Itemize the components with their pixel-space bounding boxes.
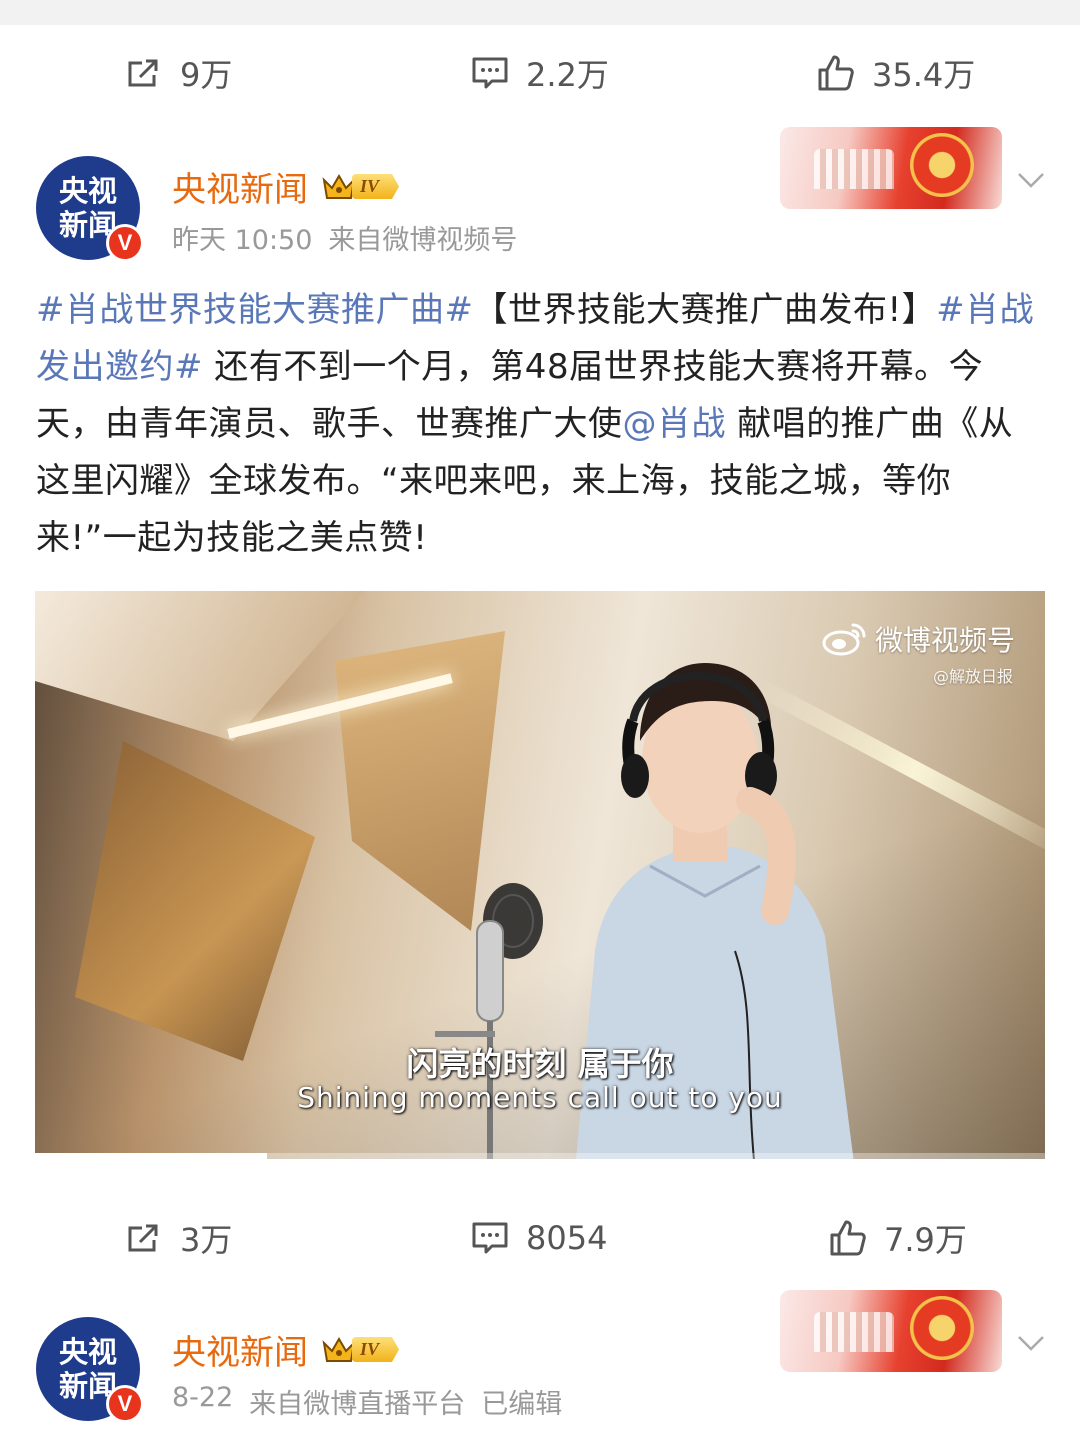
post-source[interactable]: 来自微博直播平台 (249, 1382, 465, 1421)
repost-count: 3万 (180, 1220, 233, 1259)
comment-icon (472, 1222, 508, 1253)
verified-badge: V (106, 224, 144, 262)
hashtag-link[interactable]: #肖战世界技能大赛推广曲# (36, 290, 473, 330)
emblem-image (910, 133, 974, 197)
post-meta: 8-22 来自微博直播平台 已编辑 (172, 1382, 562, 1421)
decorative-banner (780, 1290, 1002, 1372)
like-icon (830, 1220, 866, 1255)
crown-icon (322, 173, 356, 199)
video-player[interactable]: 微博视频号 @解放日报 闪亮的时刻 属于你 Shining moments ca… (35, 591, 1045, 1159)
weibo-logo-icon (822, 623, 866, 656)
comment-button[interactable]: 2.2万 (470, 50, 609, 96)
subtitle-english: Shining moments call out to you (297, 1081, 783, 1114)
like-button[interactable]: 7.9万 (828, 1215, 967, 1261)
post-action-bar: 3万 8054 7.9万 (0, 1190, 1080, 1285)
comment-count: 2.2万 (526, 55, 609, 94)
post-source[interactable]: 来自微博视频号 (328, 218, 517, 257)
emblem-image (910, 1296, 974, 1360)
member-badge: IV (322, 1334, 400, 1366)
like-icon (818, 55, 854, 90)
post-time: 昨天 10:50 (172, 225, 313, 256)
building-image (814, 1312, 894, 1352)
author-name[interactable]: 央视新闻 IV (172, 1325, 400, 1374)
post-time: 8-22 (172, 1382, 234, 1413)
watermark: 微博视频号 @解放日报 (821, 619, 1015, 687)
comment-icon (472, 57, 508, 88)
repost-button[interactable]: 3万 (124, 1215, 232, 1261)
top-action-bar: 9万 2.2万 35.4万 (0, 25, 1080, 120)
building-image (814, 149, 894, 189)
crown-icon (322, 1336, 356, 1362)
repost-icon (128, 1224, 158, 1251)
like-button[interactable]: 35.4万 (816, 50, 975, 96)
like-count: 35.4万 (872, 55, 976, 94)
post-header: 央视 新闻 V 央视新闻 IV 8-22 来自微博直播平台 已编辑 (0, 1283, 1080, 1433)
post-card: 央视 新闻 V 央视新闻 IV 8-22 来自微博直播平台 已编辑 (0, 1283, 1080, 1440)
author-name[interactable]: 央视新闻 IV (172, 162, 400, 211)
like-count: 7.9万 (884, 1220, 967, 1259)
member-badge: IV (322, 171, 400, 203)
post-card: 央视 新闻 V 央视新闻 IV 昨天 10:50 来自微博视频号 #肖战世界技能… (0, 120, 1080, 1285)
subtitle-chinese: 闪亮的时刻 属于你 (406, 1045, 674, 1083)
mention-link[interactable]: @肖战 (623, 404, 727, 444)
microphone-image (435, 883, 543, 1159)
repost-button[interactable]: 9万 (124, 50, 232, 96)
edited-label: 已编辑 (481, 1389, 563, 1420)
chevron-down-icon[interactable] (1016, 164, 1046, 194)
chevron-down-icon[interactable] (1016, 1327, 1046, 1357)
repost-icon (128, 59, 158, 86)
comment-button[interactable]: 8054 (470, 1218, 607, 1258)
verified-badge: V (106, 1385, 144, 1423)
repost-count: 9万 (180, 55, 233, 94)
video-progress-bar[interactable] (35, 1153, 1045, 1159)
decorative-banner (780, 127, 1002, 209)
avatar[interactable]: 央视 新闻 V (36, 156, 144, 262)
avatar[interactable]: 央视 新闻 V (36, 1317, 144, 1423)
post-header: 央视 新闻 V 央视新闻 IV 昨天 10:50 来自微博视频号 (0, 120, 1080, 270)
post-text: #肖战世界技能大赛推广曲#【世界技能大赛推广曲发布!】#肖战发出邀约# 还有不到… (36, 290, 1035, 558)
post-meta: 昨天 10:50 来自微博视频号 (172, 218, 517, 257)
comment-count: 8054 (526, 1218, 608, 1257)
